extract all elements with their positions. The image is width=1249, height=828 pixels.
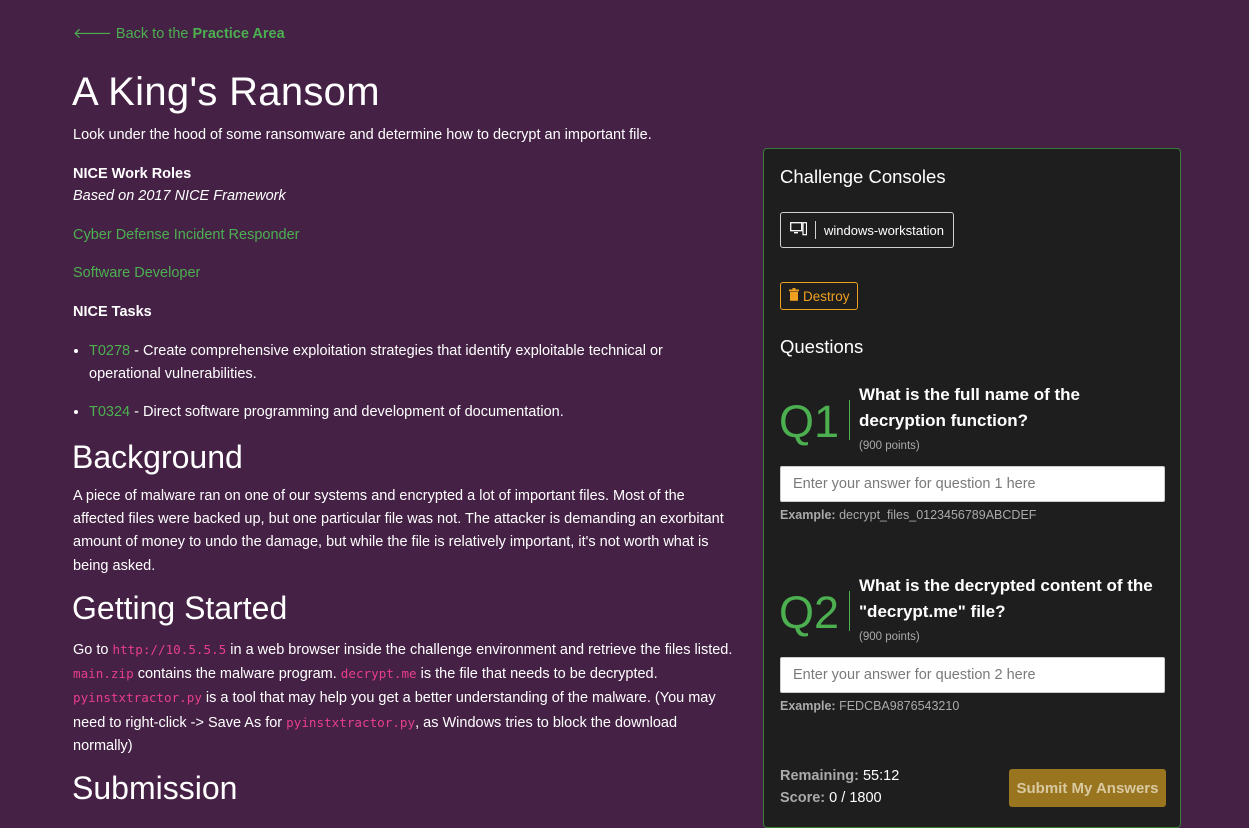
challenge-panel: Challenge Consoles windows-workstation D… bbox=[763, 148, 1181, 828]
getting-started-heading: Getting Started bbox=[72, 590, 288, 626]
submit-answers-button[interactable]: Submit My Answers bbox=[1009, 769, 1166, 807]
console-name: windows-workstation bbox=[824, 222, 944, 238]
back-link-prefix: Back to the bbox=[115, 26, 189, 42]
question-number: Q1 bbox=[779, 396, 840, 447]
task-link[interactable]: T0324 bbox=[89, 404, 130, 420]
role-link-software-developer[interactable]: Software Developer bbox=[73, 265, 200, 281]
nice-roles-heading: NICE Work Roles bbox=[73, 166, 192, 182]
page-subtitle: Look under the hood of some ransomware a… bbox=[73, 127, 652, 143]
arrow-left-icon: 🡐 bbox=[73, 26, 112, 42]
list-item: T0278 - Create comprehensive exploitatio… bbox=[89, 340, 729, 386]
file-code: main.zip bbox=[73, 666, 134, 682]
question-number: Q2 bbox=[779, 587, 840, 638]
task-link[interactable]: T0278 bbox=[89, 343, 130, 359]
back-link[interactable]: 🡐 Back to the Practice Area bbox=[73, 25, 285, 42]
answer-input-q1[interactable] bbox=[780, 466, 1165, 502]
submission-heading: Submission bbox=[72, 770, 238, 806]
file-code: pyinstxtractor.py bbox=[73, 690, 202, 706]
getting-started-text: Go to http://10.5.5.5 in a web browser i… bbox=[73, 642, 733, 754]
answer-example: Example: FEDCBA9876543210 bbox=[780, 699, 960, 713]
destroy-label: Destroy bbox=[803, 288, 850, 304]
remaining-time: Remaining: 55:12 bbox=[780, 768, 900, 784]
desktop-icon bbox=[790, 221, 808, 239]
answer-input-q2[interactable] bbox=[780, 657, 1165, 693]
background-heading: Background bbox=[72, 439, 243, 475]
back-link-target: Practice Area bbox=[192, 26, 285, 42]
framework-note: Based on 2017 NICE Framework bbox=[73, 188, 286, 204]
url-code: http://10.5.5.5 bbox=[112, 642, 227, 657]
console-button[interactable]: windows-workstation bbox=[780, 212, 954, 248]
trash-icon bbox=[789, 288, 799, 304]
question-points: (900 points) bbox=[859, 440, 920, 452]
task-text: - Create comprehensive exploitation stra… bbox=[89, 343, 663, 382]
task-text: - Direct software programming and develo… bbox=[130, 404, 564, 420]
answer-example: Example: decrypt_files_0123456789ABCDEF bbox=[780, 508, 1037, 522]
question-text: What is the decrypted content of the "de… bbox=[859, 576, 1153, 621]
nice-tasks-heading: NICE Tasks bbox=[73, 304, 152, 320]
questions-heading: Questions bbox=[780, 336, 864, 357]
question-text: What is the full name of the decryption … bbox=[859, 385, 1081, 430]
list-item: T0324 - Direct software programming and … bbox=[89, 401, 729, 424]
destroy-button[interactable]: Destroy bbox=[780, 282, 858, 310]
file-code: pyinstxtractor.py bbox=[286, 714, 416, 730]
task-list: T0278 - Create comprehensive exploitatio… bbox=[73, 340, 729, 439]
page-title: A King's Ransom bbox=[72, 70, 380, 114]
file-code: decrypt.me bbox=[340, 666, 417, 682]
role-link-incident-responder[interactable]: Cyber Defense Incident Responder bbox=[73, 227, 300, 243]
question-points: (900 points) bbox=[859, 631, 920, 643]
consoles-heading: Challenge Consoles bbox=[780, 166, 946, 187]
background-text: A piece of malware ran on one of our sys… bbox=[73, 488, 724, 574]
